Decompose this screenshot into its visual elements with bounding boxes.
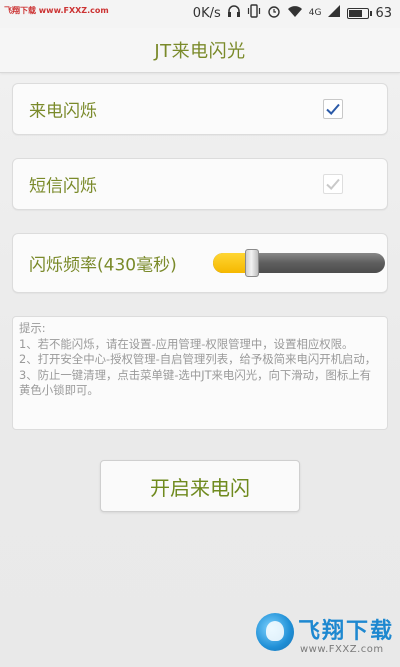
network-type: 4G [308, 8, 322, 18]
watermark-logo-icon [256, 613, 294, 651]
frequency-row: 闪烁频率(430毫秒) [12, 233, 388, 293]
status-left: 飞翔下载 www.FXXZ.com [4, 5, 109, 19]
watermark-brand: 飞翔下载 [298, 619, 395, 644]
sms-flash-checkbox[interactable] [323, 174, 343, 194]
check-icon [326, 178, 340, 190]
alarm-icon [267, 4, 281, 22]
call-flash-label: 来电闪烁 [29, 101, 97, 122]
signal-icon [327, 4, 341, 22]
check-icon [326, 103, 340, 115]
hint-box: 提示: 1、若不能闪烁，请在设置-应用管理-权限管理中，设置相应权限。 2、打开… [12, 316, 388, 430]
vibrate-icon [247, 4, 261, 22]
call-flash-checkbox[interactable] [323, 99, 343, 119]
hint-line-1: 1、若不能闪烁，请在设置-应用管理-权限管理中，设置相应权限。 [19, 336, 354, 351]
status-bar: 飞翔下载 www.FXXZ.com 0K/s 4G 63 [0, 0, 400, 28]
frequency-slider[interactable] [213, 249, 385, 277]
hint-title: 提示: [19, 321, 46, 335]
title-bar: JT来电闪光 [0, 28, 400, 73]
headphone-icon [227, 4, 241, 22]
call-flash-row[interactable]: 来电闪烁 [12, 83, 388, 135]
watermark: 飞翔下载 www.FXXZ.com [256, 611, 394, 661]
start-flash-button[interactable]: 开启来电闪 [100, 460, 300, 512]
sms-flash-label: 短信闪烁 [29, 176, 97, 197]
status-right: 0K/s 4G 63 [193, 4, 392, 22]
hint-line-3: 3、防止一键清理，点击菜单键-选中JT来电闪光，向下滑动，图标上有黄色小锁即可。 [19, 367, 372, 398]
slider-thumb[interactable] [245, 249, 259, 277]
wifi-icon [287, 4, 303, 22]
watermark-url: www.FXXZ.com [300, 644, 384, 655]
status-watermark: 飞翔下载 www.FXXZ.com [4, 6, 109, 15]
page-title: JT来电闪光 [154, 41, 246, 62]
hint-line-2: 2、打开安全中心-授权管理-自启管理列表，给予极简来电闪开机启动， [19, 352, 377, 367]
sms-flash-row[interactable]: 短信闪烁 [12, 158, 388, 210]
battery-icon [347, 7, 373, 19]
net-speed: 0K/s [192, 5, 221, 21]
battery-level: 63 [375, 5, 392, 21]
frequency-label: 闪烁频率(430毫秒) [29, 255, 177, 276]
